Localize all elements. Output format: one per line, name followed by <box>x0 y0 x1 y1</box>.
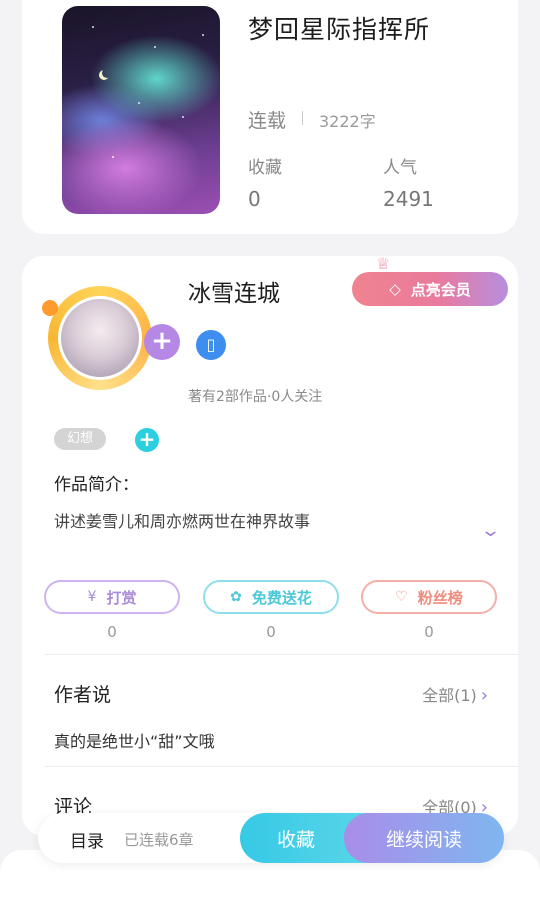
genre-tag[interactable]: 幻想 <box>54 428 106 450</box>
continue-reading-button[interactable]: 继续阅读 <box>344 813 504 863</box>
add-tag-icon[interactable]: + <box>135 428 159 452</box>
user-heart-icon: ♡ <box>395 589 408 605</box>
flower-icon: ✿ <box>230 589 242 605</box>
divider <box>44 654 518 655</box>
avatar-decoration <box>42 300 58 316</box>
flower-label: 免费送花 <box>251 588 312 607</box>
star-decoration <box>154 46 156 48</box>
reward-button[interactable]: ¥ 打赏 <box>44 580 180 614</box>
divider <box>302 111 303 125</box>
star-decoration <box>112 156 114 158</box>
fans-ranking-button[interactable]: ♡ 粉丝榜 <box>361 580 497 614</box>
popularity-value: 2491 <box>383 187 434 211</box>
divider <box>44 766 518 767</box>
author-says-text: 真的是绝世小“甜”文哦 <box>54 732 215 751</box>
crown-icon: ♕ <box>376 254 391 273</box>
author-stats: 著有2部作品·0人关注 <box>188 389 323 405</box>
vip-button[interactable]: ◇ 点亮会员 <box>352 272 508 306</box>
author-card: + 冰雪连城 ♕ ◇ 点亮会员 ▯ 著有2部作品·0人关注 幻想 + 作品简介：… <box>22 254 518 836</box>
word-count: 3222字 <box>319 112 376 131</box>
book-info-card: 梦回星际指挥所 连载 3222字 收藏 人气 0 2491 <box>22 0 518 234</box>
book-cover-image[interactable] <box>62 6 220 214</box>
star-decoration <box>182 116 184 118</box>
author-name[interactable]: 冰雪连城 <box>188 274 280 308</box>
fans-count: 0 <box>424 623 434 641</box>
author-avatar[interactable]: + <box>42 286 180 390</box>
author-says-all-label: 全部(1) <box>422 686 477 705</box>
author-says-heading: 作者说 <box>54 684 112 706</box>
phone-badge-icon[interactable]: ▯ <box>196 330 226 360</box>
reward-label: 打赏 <box>106 588 137 607</box>
flower-button[interactable]: ✿ 免费送花 <box>203 580 339 614</box>
chevron-down-icon[interactable]: ⌄ <box>480 520 501 541</box>
toc-button[interactable]: 目录 <box>70 827 104 852</box>
diamond-icon: ◇ <box>389 280 401 298</box>
chevron-right-icon: › <box>480 685 488 706</box>
collect-label: 收藏 <box>276 828 315 851</box>
reward-count: 0 <box>107 623 117 641</box>
favorites-value: 0 <box>248 187 261 211</box>
star-decoration <box>92 26 94 28</box>
book-status: 连载 <box>248 110 287 132</box>
follow-plus-icon[interactable]: + <box>144 324 180 360</box>
star-decoration <box>138 102 140 104</box>
favorites-label: 收藏 <box>248 158 282 178</box>
book-title: 梦回星际指挥所 <box>248 15 431 44</box>
flower-count: 0 <box>266 623 276 641</box>
author-says-all-link[interactable]: 全部(1) › <box>422 682 488 706</box>
star-decoration <box>202 34 204 36</box>
intro-heading: 作品简介： <box>54 475 139 495</box>
vip-button-label: 点亮会员 <box>410 280 471 299</box>
chapters-count: 已连载6章 <box>124 831 194 849</box>
continue-label: 继续阅读 <box>385 828 462 851</box>
intro-text: 讲述姜雪儿和周亦燃两世在神界故事 <box>54 512 311 531</box>
popularity-label: 人气 <box>383 158 417 178</box>
fans-label: 粉丝榜 <box>417 588 463 607</box>
bottom-action-bar: 目录 已连载6章 收藏 继续阅读 <box>38 813 504 863</box>
avatar-image <box>58 296 142 380</box>
yen-icon: ¥ <box>87 589 97 605</box>
moon-decoration <box>102 68 112 78</box>
